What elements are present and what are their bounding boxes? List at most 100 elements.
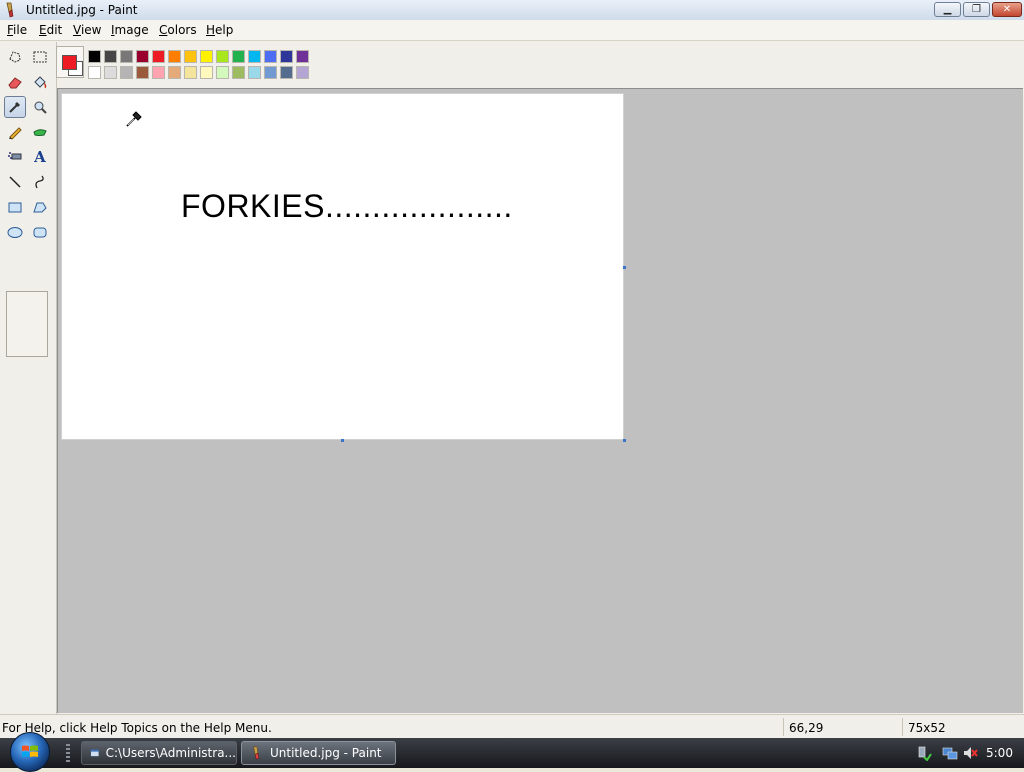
palette-swatch[interactable] <box>104 50 117 63</box>
brush-icon <box>33 129 47 136</box>
palette-swatch[interactable] <box>168 50 181 63</box>
palette-swatch[interactable] <box>264 50 277 63</box>
current-colors[interactable] <box>56 46 84 78</box>
tool-ellipse[interactable] <box>4 221 26 243</box>
tool-brush[interactable] <box>29 121 51 143</box>
text-icon: A <box>34 148 46 166</box>
polygon-icon <box>33 202 47 213</box>
palette-swatch[interactable] <box>232 66 245 79</box>
airbrush-icon <box>8 152 22 160</box>
taskbar-clock[interactable]: 5:00 <box>986 746 1013 760</box>
tool-color-picker[interactable] <box>4 96 26 118</box>
color-picker-icon <box>9 102 20 113</box>
palette-swatch[interactable] <box>200 66 213 79</box>
free-form-select-icon <box>9 51 21 63</box>
status-help-text: For Help, click Help Topics on the Help … <box>2 721 272 735</box>
tool-box: A <box>0 42 57 714</box>
pencil-icon <box>9 127 22 140</box>
start-button[interactable] <box>10 732 50 772</box>
palette-swatch[interactable] <box>200 50 213 63</box>
taskbar-item-label: C:\Users\Administra... <box>105 746 236 760</box>
window-title: Untitled.jpg - Paint <box>26 3 138 17</box>
minimize-button[interactable]: ▁ <box>934 2 961 17</box>
ellipse-icon <box>7 227 23 238</box>
status-divider <box>783 718 784 736</box>
taskbar-item-cmd[interactable]: C:\Users\Administra... <box>81 741 237 765</box>
network-icon[interactable] <box>942 745 958 761</box>
palette-swatch[interactable] <box>296 66 309 79</box>
windows-logo-icon <box>22 745 38 757</box>
palette-swatch[interactable] <box>88 66 101 79</box>
resize-handle-bottom[interactable] <box>341 439 344 442</box>
fill-bucket-icon <box>34 76 47 89</box>
menu-edit[interactable]: Edit <box>39 23 62 37</box>
palette-swatch[interactable] <box>136 66 149 79</box>
tool-curve[interactable] <box>29 171 51 193</box>
tool-airbrush[interactable] <box>4 146 26 168</box>
tool-pencil[interactable] <box>4 121 26 143</box>
foreground-color-swatch[interactable] <box>62 55 77 70</box>
menu-image[interactable]: Image <box>111 23 149 37</box>
tool-polygon[interactable] <box>29 196 51 218</box>
maximize-button[interactable]: ❐ <box>963 2 990 17</box>
menu-file[interactable]: File <box>7 23 27 37</box>
palette-swatch[interactable] <box>184 66 197 79</box>
palette-swatch[interactable] <box>120 66 133 79</box>
color-picker-cursor-icon <box>126 111 142 127</box>
tool-rectangle[interactable] <box>4 196 26 218</box>
safely-remove-hardware-icon[interactable] <box>916 745 932 761</box>
rect-select-icon <box>33 51 47 63</box>
palette-swatch[interactable] <box>296 50 309 63</box>
eraser-icon <box>8 77 22 89</box>
menu-view[interactable]: View <box>73 23 101 37</box>
curve-icon <box>35 175 44 189</box>
palette-swatch[interactable] <box>152 66 165 79</box>
palette-swatch[interactable] <box>248 66 261 79</box>
drawing-canvas[interactable]: FORKIES.................... <box>61 93 624 440</box>
resize-handle-right[interactable] <box>623 266 626 269</box>
line-icon <box>9 176 21 188</box>
palette-swatch[interactable] <box>88 50 101 63</box>
menu-help[interactable]: Help <box>206 23 233 37</box>
palette-swatch[interactable] <box>104 66 117 79</box>
palette-swatch[interactable] <box>232 50 245 63</box>
tool-free-form-select[interactable] <box>4 46 26 68</box>
tool-rect-select[interactable] <box>29 46 51 68</box>
palette-swatch[interactable] <box>136 50 149 63</box>
menu-bar: File Edit View Image Colors Help <box>0 20 1024 41</box>
taskbar-grip <box>66 744 70 762</box>
tool-magnifier[interactable] <box>29 96 51 118</box>
palette-swatch[interactable] <box>216 66 229 79</box>
tool-line[interactable] <box>4 171 26 193</box>
palette-swatch[interactable] <box>120 50 133 63</box>
taskbar-item-paint[interactable]: Untitled.jpg - Paint <box>241 741 396 765</box>
paint-app-icon <box>253 746 260 760</box>
taskbar: C:\Users\Administra... Untitled.jpg - Pa… <box>0 732 1024 772</box>
palette-swatch[interactable] <box>168 66 181 79</box>
palette-swatch[interactable] <box>264 66 277 79</box>
palette-swatch[interactable] <box>280 50 293 63</box>
palette-swatch[interactable] <box>152 50 165 63</box>
minimize-icon: ▁ <box>943 4 952 15</box>
close-button[interactable]: ✕ <box>992 2 1022 17</box>
magnifier-icon <box>34 101 47 114</box>
tool-rounded-rectangle[interactable] <box>29 221 51 243</box>
color-palette <box>56 46 316 80</box>
menu-colors[interactable]: Colors <box>159 23 197 37</box>
tool-eraser[interactable] <box>4 71 26 93</box>
volume-muted-icon[interactable] <box>962 745 978 761</box>
tool-fill[interactable] <box>29 71 51 93</box>
title-bar: Untitled.jpg - Paint ▁ ❐ ✕ <box>0 0 1024 21</box>
palette-swatch[interactable] <box>216 50 229 63</box>
selection-size: 75x52 <box>908 721 946 735</box>
palette-swatch[interactable] <box>184 50 197 63</box>
status-divider <box>902 718 903 736</box>
resize-handle-corner[interactable] <box>623 439 626 442</box>
explorer-window-icon <box>90 749 100 757</box>
taskbar-item-label: Untitled.jpg - Paint <box>270 746 382 760</box>
palette-swatch[interactable] <box>280 66 293 79</box>
tool-text[interactable]: A <box>29 146 51 168</box>
close-icon: ✕ <box>1002 4 1012 15</box>
tool-options-box[interactable] <box>6 291 48 357</box>
palette-swatch[interactable] <box>248 50 261 63</box>
